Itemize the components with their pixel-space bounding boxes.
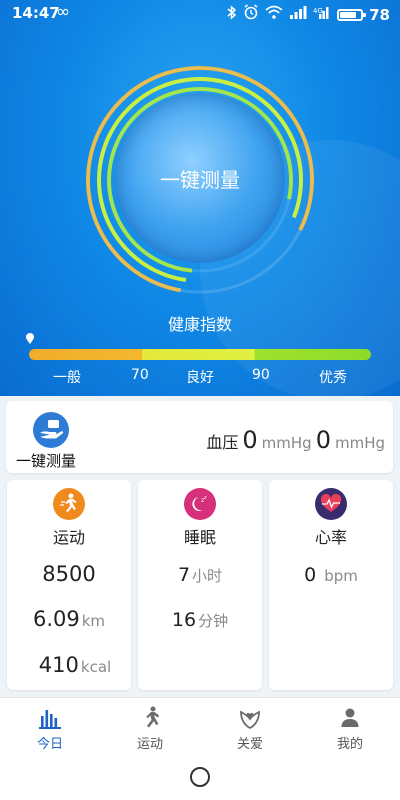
battery-level: 78 — [369, 5, 390, 24]
sleep-title: 睡眠 — [183, 528, 216, 547]
sport-calories-unit: kcal — [80, 658, 112, 676]
one-key-measure-button[interactable]: 一键测量 — [115, 93, 285, 263]
location-pin-icon — [26, 333, 34, 344]
heart-rate-readout: 0 bpm — [269, 564, 393, 586]
systolic-value: 0 — [242, 426, 258, 454]
sport-steps: 8500 — [7, 562, 131, 586]
running-icon — [53, 488, 85, 520]
diastolic-value: 0 — [315, 426, 331, 454]
sleep-hours: 7 小时 — [138, 564, 262, 586]
sport-distance-unit: km — [81, 612, 106, 630]
nav-care[interactable]: 关爱 — [200, 698, 300, 756]
scale-label-90: 90 — [252, 367, 270, 383]
hand-measure-icon — [33, 412, 69, 448]
home-button[interactable] — [190, 767, 210, 787]
heart-rate-unit: bpm — [324, 567, 358, 585]
sleep-card[interactable]: z z 睡眠 7 小时 16 分钟 — [138, 480, 262, 690]
infinity-icon: ∞ — [56, 2, 71, 22]
health-hero: 14:47 ∞ 4G 78 一键测量 健康指数 一般 70 良好 90 优秀 — [0, 0, 400, 396]
nav-sport[interactable]: 运动 — [100, 698, 200, 756]
nav-mine-label: 我的 — [336, 737, 363, 752]
bluetooth-icon — [227, 4, 237, 25]
sport-calories-value: 410 — [38, 653, 79, 677]
sport-title: 运动 — [52, 528, 85, 547]
scale-label-good: 良好 — [186, 370, 214, 386]
sleep-minutes-value: 16 — [171, 609, 197, 631]
alarm-icon — [243, 4, 259, 25]
systolic-unit: mmHg — [261, 434, 312, 452]
svg-text:4G: 4G — [313, 7, 323, 15]
sleep-hours-unit: 小时 — [192, 567, 223, 585]
scale-label-excellent: 优秀 — [319, 370, 347, 386]
nav-mine[interactable]: 我的 — [300, 698, 400, 756]
battery-icon — [337, 8, 367, 21]
health-index-label: 健康指数 — [167, 315, 232, 334]
chart-bars-icon — [39, 710, 61, 729]
bottom-nav: 今日 运动 关爱 我的 — [0, 697, 400, 756]
blood-pressure-readout: 血压 0 mmHg 0 mmHg — [206, 426, 385, 454]
signal-icon — [289, 5, 307, 24]
heart-rate-card[interactable]: 心率 0 bpm — [269, 480, 393, 690]
care-icon — [240, 710, 260, 730]
nav-today-label: 今日 — [36, 737, 63, 752]
svg-text:z: z — [204, 495, 207, 501]
nav-today[interactable]: 今日 — [0, 698, 100, 756]
sport-steps-value: 8500 — [42, 562, 96, 586]
heart-rate-icon — [315, 488, 347, 520]
person-icon — [341, 708, 359, 727]
status-bar: 14:47 ∞ 4G 78 — [0, 0, 400, 28]
nav-sport-label: 运动 — [136, 737, 163, 752]
signal-4g-icon: 4G — [313, 5, 331, 24]
runner-icon — [146, 706, 159, 728]
sleep-minutes: 16 分钟 — [138, 609, 262, 631]
status-icons: 4G 78 — [227, 4, 390, 25]
heart-rate-title: 心率 — [314, 528, 347, 547]
scale-label-70: 70 — [131, 367, 149, 383]
sport-distance-value: 6.09 — [32, 607, 80, 631]
diastolic-unit: mmHg — [334, 434, 385, 452]
sport-card[interactable]: 运动 8500 6.09 km 410 kcal — [7, 480, 131, 690]
sleep-moon-icon: z z — [184, 488, 216, 520]
status-time: 14:47 — [12, 4, 60, 22]
heart-rate-value: 0 — [304, 564, 317, 586]
sleep-hours-value: 7 — [177, 564, 191, 586]
sleep-minutes-unit: 分钟 — [198, 612, 229, 630]
wifi-icon — [265, 5, 283, 24]
health-scale-bar — [29, 349, 371, 360]
blood-pressure-label: 血压 — [206, 433, 239, 452]
nav-care-label: 关爱 — [236, 737, 263, 752]
measure-card[interactable]: 一键测量 血压 0 mmHg 0 mmHg — [6, 401, 393, 473]
sport-distance: 6.09 km — [7, 607, 131, 631]
measure-card-label: 一键测量 — [16, 452, 77, 470]
sport-calories: 410 kcal — [7, 653, 131, 677]
scale-label-normal: 一般 — [53, 370, 81, 386]
